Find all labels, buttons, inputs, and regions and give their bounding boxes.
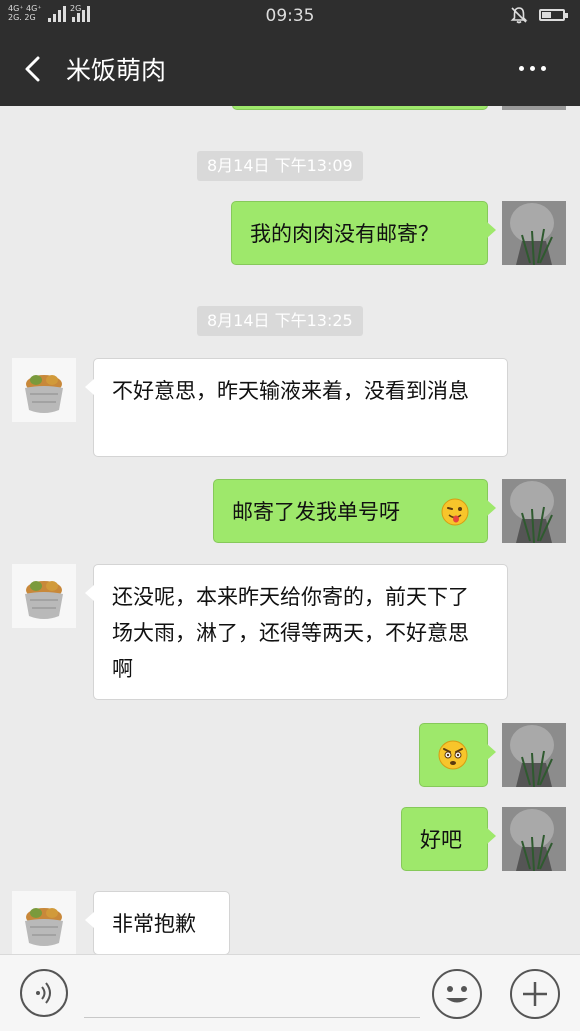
voice-button[interactable] bbox=[20, 969, 68, 1017]
message-bubble-contact[interactable]: 非常抱歉 bbox=[85, 891, 230, 954]
avatar-me[interactable] bbox=[502, 807, 566, 871]
avatar-contact[interactable] bbox=[12, 891, 76, 954]
avatar-contact[interactable] bbox=[12, 564, 76, 628]
message-list[interactable]: 8月14日 下午13:09 我的肉肉没有邮寄？ 8月14日 下午13:25 不好… bbox=[0, 106, 580, 954]
plus-button[interactable] bbox=[510, 969, 560, 1019]
cat-plant-avatar-image bbox=[502, 723, 566, 787]
message-text: 非常抱歉 bbox=[112, 912, 196, 936]
input-bar bbox=[0, 954, 580, 1031]
bell-muted-icon bbox=[510, 7, 528, 24]
more-icon[interactable] bbox=[513, 58, 553, 80]
message-bubble-me[interactable] bbox=[419, 723, 496, 787]
emoji-icon bbox=[446, 986, 468, 1003]
avatar-me[interactable] bbox=[502, 723, 566, 787]
succulent-pot-avatar-image bbox=[12, 564, 76, 628]
message-text: 不好意思，昨天输液来着，没看到消息 bbox=[112, 379, 469, 403]
avatar-me[interactable] bbox=[502, 201, 566, 265]
message-bubble-previous[interactable] bbox=[232, 106, 488, 110]
avatar-me-previous[interactable] bbox=[502, 106, 566, 110]
succulent-pot-avatar-image bbox=[12, 358, 76, 422]
message-bubble-contact[interactable]: 不好意思，昨天输液来着，没看到消息 bbox=[85, 358, 508, 457]
succulent-pot-avatar-image bbox=[12, 891, 76, 954]
chat-title: 米饭萌肉 bbox=[66, 56, 167, 85]
clock: 09:35 bbox=[265, 6, 315, 26]
avatar-me[interactable] bbox=[502, 479, 566, 543]
message-text: 邮寄了发我单号呀 bbox=[232, 500, 400, 524]
cat-plant-avatar-image bbox=[502, 201, 566, 265]
annoyed-emoji-icon bbox=[438, 740, 468, 770]
cat-plant-avatar-image bbox=[502, 807, 566, 871]
emoji-button[interactable] bbox=[432, 969, 482, 1019]
message-bubble-me[interactable]: 我的肉肉没有邮寄？ bbox=[231, 201, 496, 265]
status-bar: 4G⁺ 4G⁺ 2G. 2G 2G 09:35 bbox=[0, 0, 580, 32]
message-text: 我的肉肉没有邮寄？ bbox=[250, 222, 439, 246]
voice-icon bbox=[36, 982, 51, 1004]
message-bubble-me[interactable]: 好吧 bbox=[401, 807, 496, 871]
timestamp: 8月14日 下午13:25 bbox=[197, 306, 363, 336]
timestamp: 8月14日 下午13:09 bbox=[197, 151, 363, 181]
cat-plant-avatar-image bbox=[502, 479, 566, 543]
wink-tongue-emoji-icon bbox=[441, 498, 469, 526]
message-bubble-contact[interactable]: 还没呢，本来昨天给你寄的，前天下了场大雨，淋了，还得等两天，不好意思啊 bbox=[85, 564, 508, 700]
message-bubble-me[interactable]: 邮寄了发我单号呀 bbox=[213, 479, 496, 543]
message-text: 还没呢，本来昨天给你寄的，前天下了场大雨，淋了，还得等两天，不好意思啊 bbox=[112, 585, 469, 681]
battery-icon bbox=[539, 9, 568, 21]
message-input[interactable] bbox=[84, 1017, 420, 1018]
chat-header: 米饭萌肉 bbox=[0, 32, 580, 106]
message-text: 好吧 bbox=[420, 828, 462, 852]
avatar-contact[interactable] bbox=[12, 358, 76, 422]
back-arrow-icon[interactable] bbox=[18, 52, 52, 86]
plus-icon bbox=[523, 982, 547, 1006]
